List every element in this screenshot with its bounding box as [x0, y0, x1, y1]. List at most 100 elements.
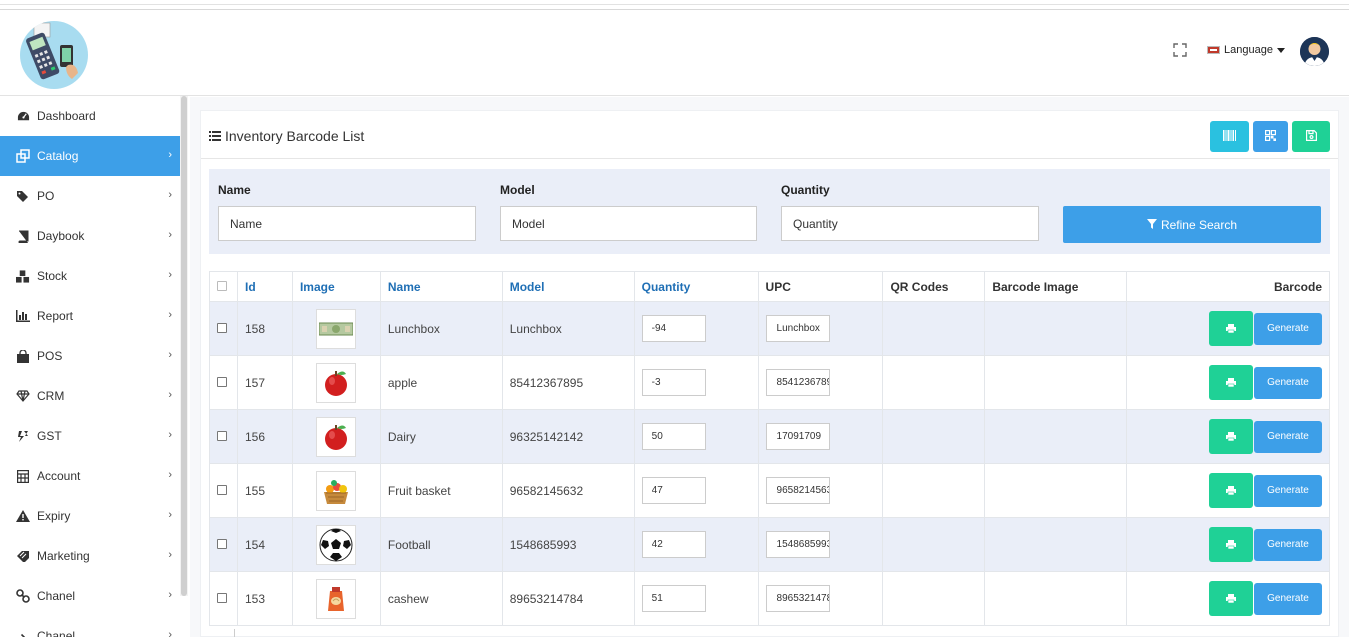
barcode-view-button[interactable]	[1210, 121, 1249, 152]
qrcode-view-button[interactable]	[1253, 121, 1288, 152]
print-button[interactable]	[1209, 419, 1253, 454]
upc-input[interactable]	[765, 315, 830, 342]
print-icon	[1226, 432, 1236, 441]
sidebar-item-daybook[interactable]: Daybook ›	[0, 216, 180, 256]
select-all-checkbox[interactable]	[217, 280, 227, 291]
sidebar-item-label: Stock	[37, 269, 68, 283]
generate-button[interactable]: Generate	[1254, 366, 1322, 399]
app-logo[interactable]	[20, 21, 88, 89]
print-button[interactable]	[1209, 527, 1253, 562]
user-avatar[interactable]	[1300, 37, 1329, 66]
print-button[interactable]	[1209, 473, 1253, 508]
sidebar-item-expiry[interactable]: Expiry ›	[0, 496, 180, 536]
list-icon	[209, 128, 221, 144]
name-filter-input[interactable]	[218, 206, 476, 241]
row-checkbox[interactable]	[217, 322, 227, 333]
sidebar-item-dashboard[interactable]: Dashboard	[0, 96, 180, 136]
shopping-bag-icon	[16, 349, 30, 363]
generate-button[interactable]: Generate	[1254, 474, 1322, 507]
product-image-money	[316, 308, 357, 349]
row-model: 1548685993	[501, 517, 635, 572]
product-image-basket	[316, 470, 357, 511]
print-button[interactable]	[1209, 365, 1253, 400]
sidebar: Dashboard Catalog › PO › Daybook › Stock…	[0, 96, 180, 637]
language-dropdown[interactable]: Language	[1207, 44, 1285, 56]
quantity-input[interactable]	[641, 477, 706, 504]
chevron-right-icon: ›	[168, 589, 172, 601]
row-model: 85412367895	[501, 355, 635, 410]
generate-button[interactable]: Generate	[1254, 312, 1322, 345]
sidebar-item-chanel[interactable]: Chanel ›	[0, 576, 180, 616]
upc-input[interactable]	[765, 369, 830, 396]
sidebar-item-label: Report	[37, 309, 74, 323]
row-checkbox[interactable]	[217, 538, 227, 549]
row-model: 89653214784	[501, 571, 635, 626]
save-button[interactable]	[1292, 121, 1330, 152]
quantity-input[interactable]	[641, 315, 706, 342]
print-icon	[1226, 594, 1236, 603]
sidebar-item-po[interactable]: PO ›	[0, 176, 180, 216]
link-icon	[16, 589, 30, 603]
sidebar-item-label: PO	[37, 189, 55, 203]
generate-button[interactable]: Generate	[1254, 528, 1322, 561]
sidebar-item-report[interactable]: Report ›	[0, 296, 180, 336]
barcode-image-cell	[984, 517, 1128, 572]
chevron-right-icon: ›	[168, 389, 172, 401]
sidebar-item-stock[interactable]: Stock ›	[0, 256, 180, 296]
upc-input[interactable]	[765, 423, 830, 450]
fullscreen-icon[interactable]	[1172, 42, 1188, 58]
qr-code-cell	[882, 301, 986, 356]
sidebar-item-label: Catalog	[37, 149, 79, 163]
row-id: 154	[236, 517, 293, 572]
chevron-right-icon: ›	[168, 629, 172, 637]
name-column-header[interactable]: Name	[379, 271, 503, 302]
print-button[interactable]	[1209, 311, 1253, 346]
row-checkbox[interactable]	[217, 484, 227, 495]
generate-button[interactable]: Generate	[1254, 420, 1322, 453]
sidebar-item-gst[interactable]: GST ›	[0, 416, 180, 456]
sidebar-item-label: Expiry	[37, 509, 71, 523]
sidebar-item-chanel-2[interactable]: Chanel ›	[0, 616, 180, 637]
model-column-header[interactable]: Model	[501, 271, 635, 302]
qr-code-cell	[882, 409, 986, 464]
row-name: cashew	[379, 571, 503, 626]
sidebar-item-label: Dashboard	[37, 109, 96, 123]
refine-search-label: Refine Search	[1160, 217, 1238, 232]
row-checkbox[interactable]	[217, 376, 227, 387]
sidebar-item-label: Marketing	[37, 549, 90, 563]
sidebar-item-pos[interactable]: POS ›	[0, 336, 180, 376]
upc-input[interactable]	[765, 585, 830, 612]
row-name: Football	[379, 517, 503, 572]
print-button[interactable]	[1209, 581, 1253, 616]
row-model: 96325142142	[501, 409, 635, 464]
sidebar-item-crm[interactable]: CRM ›	[0, 376, 180, 416]
upc-input[interactable]	[765, 531, 830, 558]
row-checkbox[interactable]	[217, 592, 227, 603]
quantity-column-header[interactable]: Quantity	[633, 271, 759, 302]
row-checkbox[interactable]	[217, 430, 227, 441]
sidebar-scrollbar[interactable]	[180, 96, 188, 596]
refine-search-button[interactable]: Refine Search	[1063, 206, 1321, 243]
id-column-header[interactable]: Id	[236, 271, 293, 302]
row-model: Lunchbox	[501, 301, 635, 356]
sidebar-item-label: GST	[37, 429, 62, 443]
print-icon	[1226, 540, 1236, 549]
quantity-filter-input[interactable]	[781, 206, 1039, 241]
image-column-header[interactable]: Image	[291, 271, 381, 302]
sidebar-item-marketing[interactable]: Marketing ›	[0, 536, 180, 576]
model-filter-input[interactable]	[500, 206, 757, 241]
sidebar-item-catalog[interactable]: Catalog ›	[0, 136, 180, 176]
table-row: 157 apple 85412367895 Generate	[209, 355, 1330, 410]
diamond-icon	[16, 389, 30, 403]
quantity-input[interactable]	[641, 369, 706, 396]
book-icon	[16, 229, 30, 243]
sidebar-item-account[interactable]: Account ›	[0, 456, 180, 496]
flag-icon	[1207, 46, 1220, 54]
generate-button[interactable]: Generate	[1254, 582, 1322, 615]
quantity-input[interactable]	[641, 423, 706, 450]
save-icon	[1305, 129, 1317, 144]
caret-down-icon	[1276, 47, 1285, 53]
quantity-input[interactable]	[641, 531, 706, 558]
quantity-input[interactable]	[641, 585, 706, 612]
upc-input[interactable]	[765, 477, 830, 504]
